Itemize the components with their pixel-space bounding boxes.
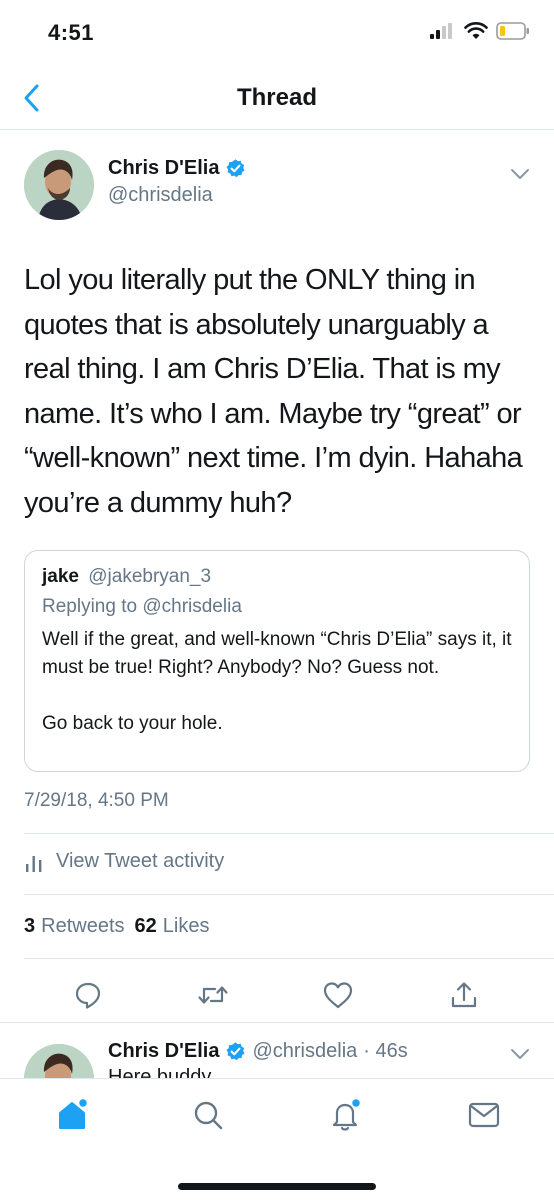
tweet-text: Lol you literally put the ONLY thing in …: [24, 264, 523, 519]
quoted-author-handle: @jakebryan_3: [88, 566, 212, 587]
reply-time: · 46s: [363, 1040, 408, 1062]
tab-messages[interactable]: [464, 1095, 504, 1135]
tweet-timestamp: 7/29/18, 4:50 PM: [24, 790, 169, 811]
status-icons: [430, 22, 530, 40]
status-time: 4:51: [48, 20, 95, 45]
page-title: Thread: [236, 84, 317, 111]
quoted-author-name: jake: [42, 566, 79, 587]
retweet-button[interactable]: [196, 978, 230, 1012]
tab-home[interactable]: [52, 1095, 92, 1135]
tweet-stats: 3 Retweets 62 Likes: [24, 915, 209, 938]
quoted-tweet-header: jake @jakebryan_3: [42, 566, 211, 588]
signal-icon: [430, 23, 452, 39]
quoted-tweet-body: Well if the great, and well-known “Chris…: [42, 626, 512, 738]
divider: [24, 894, 554, 895]
home-indicator[interactable]: [178, 1183, 376, 1190]
quoted-body-line1: Well if the great, and well-known “Chris…: [42, 629, 512, 678]
share-icon: [451, 982, 477, 1008]
status-bar: 4:51: [0, 0, 554, 66]
reply-button[interactable]: [71, 978, 105, 1012]
reply-icon: [75, 982, 101, 1009]
reply-text: Here buddy: [108, 1066, 212, 1078]
reply-more-button[interactable]: [508, 1044, 532, 1069]
verified-badge-icon: [226, 1042, 245, 1061]
verified-badge-icon: [226, 159, 245, 178]
reply-header: Chris D'Elia @chrisdelia · 46s: [108, 1040, 408, 1063]
avatar[interactable]: [24, 150, 94, 220]
author-handle[interactable]: @chrisdelia: [108, 184, 213, 207]
home-icon: [59, 1098, 89, 1129]
reply-tweet[interactable]: Chris D'Elia @chrisdelia · 46s Here budd…: [0, 1020, 554, 1078]
retweets-label: Retweets: [41, 915, 125, 937]
avatar-image: [24, 1044, 94, 1078]
notifications-icon: [332, 1098, 362, 1131]
like-button[interactable]: [321, 978, 355, 1012]
tab-bar: [0, 1078, 554, 1200]
reply-author-handle: @chrisdelia: [252, 1040, 358, 1062]
author-name[interactable]: Chris D'Elia: [108, 157, 246, 180]
retweets-count: 3: [24, 915, 36, 937]
battery-icon: [496, 22, 529, 40]
retweet-icon: [198, 986, 228, 1004]
divider: [24, 958, 554, 959]
nav-bar: Thread: [0, 66, 554, 130]
more-menu-button[interactable]: [508, 164, 532, 184]
likes-count: 62: [134, 915, 157, 937]
bar-chart-icon: [26, 855, 42, 872]
activity-label: View Tweet activity: [56, 850, 225, 872]
chevron-down-icon: [511, 1049, 529, 1059]
tab-notifications[interactable]: [326, 1095, 366, 1135]
share-button[interactable]: [447, 978, 481, 1012]
quoted-replying-to: Replying to @chrisdelia: [42, 596, 242, 617]
avatar-image: [24, 150, 94, 220]
author-name-text: Chris D'Elia: [108, 157, 220, 179]
chevron-down-icon: [511, 169, 529, 179]
wifi-icon: [464, 22, 488, 39]
likes-label: Likes: [162, 915, 210, 937]
messages-icon: [468, 1102, 500, 1128]
likes-stat[interactable]: 62 Likes: [135, 915, 210, 938]
heart-icon: [323, 982, 353, 1009]
divider: [24, 833, 554, 834]
retweets-stat[interactable]: 3 Retweets: [24, 915, 125, 938]
reply-author-name: Chris D'Elia: [108, 1040, 220, 1062]
view-tweet-activity-link[interactable]: View Tweet activity: [24, 850, 224, 873]
tab-search[interactable]: [188, 1095, 228, 1135]
search-icon: [194, 1101, 223, 1130]
quoted-tweet[interactable]: jake @jakebryan_3 Replying to @chrisdeli…: [24, 550, 530, 772]
quoted-body-line2: Go back to your hole.: [42, 713, 223, 734]
avatar[interactable]: [24, 1044, 94, 1078]
tweet-actions: [0, 968, 554, 1022]
